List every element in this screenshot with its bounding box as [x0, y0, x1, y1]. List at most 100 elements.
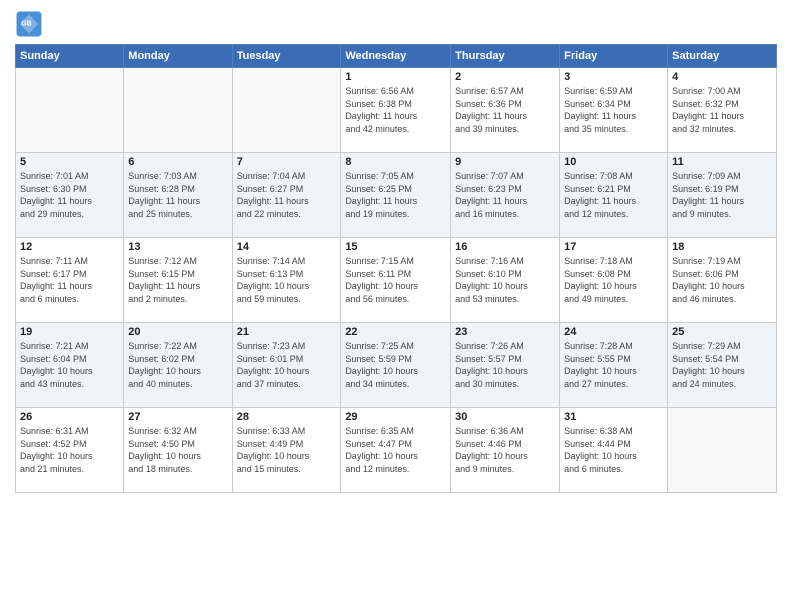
calendar-cell: 8 Sunrise: 7:05 AM Sunset: 6:25 PM Daylig… [341, 153, 451, 238]
day-info: Sunrise: 7:22 AM Sunset: 6:02 PM Dayligh… [128, 340, 227, 390]
day-info: Sunrise: 7:03 AM Sunset: 6:28 PM Dayligh… [128, 170, 227, 220]
day-info: Sunrise: 6:57 AM Sunset: 6:36 PM Dayligh… [455, 85, 555, 135]
calendar-cell: 27Sunrise: 6:32 AM Sunset: 4:50 PM Dayli… [124, 408, 232, 493]
day-number: 8 [345, 156, 446, 168]
calendar-cell: 29 Sunrise: 6:35 AM Sunset: 4:47 PM Dayli… [341, 408, 451, 493]
day-info: Sunrise: 7:12 AM Sunset: 6:15 PM Dayligh… [128, 255, 227, 305]
calendar-cell: 24 Sunrise: 7:28 AM Sunset: 5:55 PM Dayli… [560, 323, 668, 408]
calendar-cell: 23Sunrise: 7:26 AM Sunset: 5:57 PM Dayli… [451, 323, 560, 408]
weekday-header-wednesday: Wednesday [341, 45, 451, 68]
calendar-cell: 18 Sunrise: 7:19 AM Sunset: 6:06 PM Dayli… [668, 238, 777, 323]
day-number: 21 [237, 326, 337, 338]
calendar-cell: 26Sunrise: 6:31 AM Sunset: 4:52 PM Dayli… [16, 408, 124, 493]
day-number: 29 [345, 411, 446, 423]
day-info: Sunrise: 6:36 AM Sunset: 4:46 PM Dayligh… [455, 425, 555, 475]
calendar-week-1: 5 Sunrise: 7:01 AM Sunset: 6:30 PM Daylig… [16, 153, 777, 238]
day-info: Sunrise: 7:23 AM Sunset: 6:01 PM Dayligh… [237, 340, 337, 390]
svg-text:GB: GB [21, 21, 32, 28]
calendar-cell: 22 Sunrise: 7:25 AM Sunset: 5:59 PM Dayli… [341, 323, 451, 408]
day-number: 11 [672, 156, 772, 168]
calendar-cell: 17 Sunrise: 7:18 AM Sunset: 6:08 PM Dayli… [560, 238, 668, 323]
day-info: Sunrise: 7:05 AM Sunset: 6:25 PM Dayligh… [345, 170, 446, 220]
calendar-cell: 30 Sunrise: 6:36 AM Sunset: 4:46 PM Dayli… [451, 408, 560, 493]
day-info: Sunrise: 7:09 AM Sunset: 6:19 PM Dayligh… [672, 170, 772, 220]
day-info: Sunrise: 7:14 AM Sunset: 6:13 PM Dayligh… [237, 255, 337, 305]
calendar-cell: 16 Sunrise: 7:16 AM Sunset: 6:10 PM Dayli… [451, 238, 560, 323]
day-number: 14 [237, 241, 337, 253]
day-number: 13 [128, 241, 227, 253]
day-info: Sunrise: 7:28 AM Sunset: 5:55 PM Dayligh… [564, 340, 663, 390]
day-number: 24 [564, 326, 663, 338]
day-info: Sunrise: 6:56 AM Sunset: 6:38 PM Dayligh… [345, 85, 446, 135]
calendar-header-row: SundayMondayTuesdayWednesdayThursdayFrid… [16, 45, 777, 68]
day-info: Sunrise: 7:25 AM Sunset: 5:59 PM Dayligh… [345, 340, 446, 390]
calendar-cell: 21 Sunrise: 7:23 AM Sunset: 6:01 PM Dayli… [232, 323, 341, 408]
weekday-header-thursday: Thursday [451, 45, 560, 68]
calendar-week-0: 1 Sunrise: 6:56 AM Sunset: 6:38 PM Daylig… [16, 68, 777, 153]
day-number: 12 [20, 241, 119, 253]
day-info: Sunrise: 7:16 AM Sunset: 6:10 PM Dayligh… [455, 255, 555, 305]
calendar-cell: 1 Sunrise: 6:56 AM Sunset: 6:38 PM Daylig… [341, 68, 451, 153]
weekday-header-saturday: Saturday [668, 45, 777, 68]
day-number: 17 [564, 241, 663, 253]
calendar-cell: 9Sunrise: 7:07 AM Sunset: 6:23 PM Daylig… [451, 153, 560, 238]
calendar-cell: 12 Sunrise: 7:11 AM Sunset: 6:17 PM Dayli… [16, 238, 124, 323]
header: GB [15, 10, 777, 38]
day-number: 1 [345, 71, 446, 83]
day-number: 7 [237, 156, 337, 168]
day-number: 15 [345, 241, 446, 253]
day-info: Sunrise: 6:33 AM Sunset: 4:49 PM Dayligh… [237, 425, 337, 475]
calendar-cell: 11 Sunrise: 7:09 AM Sunset: 6:19 PM Dayli… [668, 153, 777, 238]
day-info: Sunrise: 7:00 AM Sunset: 6:32 PM Dayligh… [672, 85, 772, 135]
calendar-cell: 31Sunrise: 6:38 AM Sunset: 4:44 PM Dayli… [560, 408, 668, 493]
calendar-cell: 3Sunrise: 6:59 AM Sunset: 6:34 PM Daylig… [560, 68, 668, 153]
day-number: 18 [672, 241, 772, 253]
calendar-cell: 6 Sunrise: 7:03 AM Sunset: 6:28 PM Daylig… [124, 153, 232, 238]
calendar-cell: 28 Sunrise: 6:33 AM Sunset: 4:49 PM Dayli… [232, 408, 341, 493]
day-info: Sunrise: 7:04 AM Sunset: 6:27 PM Dayligh… [237, 170, 337, 220]
calendar-table: SundayMondayTuesdayWednesdayThursdayFrid… [15, 44, 777, 493]
calendar-cell: 25Sunrise: 7:29 AM Sunset: 5:54 PM Dayli… [668, 323, 777, 408]
weekday-header-friday: Friday [560, 45, 668, 68]
day-number: 25 [672, 326, 772, 338]
day-info: Sunrise: 7:01 AM Sunset: 6:30 PM Dayligh… [20, 170, 119, 220]
weekday-header-tuesday: Tuesday [232, 45, 341, 68]
day-number: 2 [455, 71, 555, 83]
calendar-cell: 2 Sunrise: 6:57 AM Sunset: 6:36 PM Daylig… [451, 68, 560, 153]
calendar-cell: 15Sunrise: 7:15 AM Sunset: 6:11 PM Dayli… [341, 238, 451, 323]
day-number: 10 [564, 156, 663, 168]
calendar-cell: 5 Sunrise: 7:01 AM Sunset: 6:30 PM Daylig… [16, 153, 124, 238]
day-number: 5 [20, 156, 119, 168]
calendar-cell: 7 Sunrise: 7:04 AM Sunset: 6:27 PM Daylig… [232, 153, 341, 238]
weekday-header-monday: Monday [124, 45, 232, 68]
logo: GB [15, 10, 45, 38]
calendar-cell: 13 Sunrise: 7:12 AM Sunset: 6:15 PM Dayli… [124, 238, 232, 323]
day-info: Sunrise: 6:35 AM Sunset: 4:47 PM Dayligh… [345, 425, 446, 475]
calendar-cell: 10 Sunrise: 7:08 AM Sunset: 6:21 PM Dayli… [560, 153, 668, 238]
calendar-week-4: 26Sunrise: 6:31 AM Sunset: 4:52 PM Dayli… [16, 408, 777, 493]
calendar-cell: 19Sunrise: 7:21 AM Sunset: 6:04 PM Dayli… [16, 323, 124, 408]
day-number: 23 [455, 326, 555, 338]
day-number: 19 [20, 326, 119, 338]
day-number: 9 [455, 156, 555, 168]
day-info: Sunrise: 7:19 AM Sunset: 6:06 PM Dayligh… [672, 255, 772, 305]
calendar-cell [668, 408, 777, 493]
day-number: 26 [20, 411, 119, 423]
calendar-cell: 20Sunrise: 7:22 AM Sunset: 6:02 PM Dayli… [124, 323, 232, 408]
day-info: Sunrise: 7:11 AM Sunset: 6:17 PM Dayligh… [20, 255, 119, 305]
day-info: Sunrise: 6:59 AM Sunset: 6:34 PM Dayligh… [564, 85, 663, 135]
calendar-cell: 4 Sunrise: 7:00 AM Sunset: 6:32 PM Daylig… [668, 68, 777, 153]
day-number: 16 [455, 241, 555, 253]
weekday-header-sunday: Sunday [16, 45, 124, 68]
day-number: 30 [455, 411, 555, 423]
calendar-cell [232, 68, 341, 153]
day-info: Sunrise: 6:38 AM Sunset: 4:44 PM Dayligh… [564, 425, 663, 475]
day-number: 4 [672, 71, 772, 83]
day-number: 6 [128, 156, 227, 168]
day-number: 27 [128, 411, 227, 423]
day-number: 28 [237, 411, 337, 423]
calendar-cell [16, 68, 124, 153]
day-info: Sunrise: 7:08 AM Sunset: 6:21 PM Dayligh… [564, 170, 663, 220]
day-number: 22 [345, 326, 446, 338]
day-info: Sunrise: 7:18 AM Sunset: 6:08 PM Dayligh… [564, 255, 663, 305]
